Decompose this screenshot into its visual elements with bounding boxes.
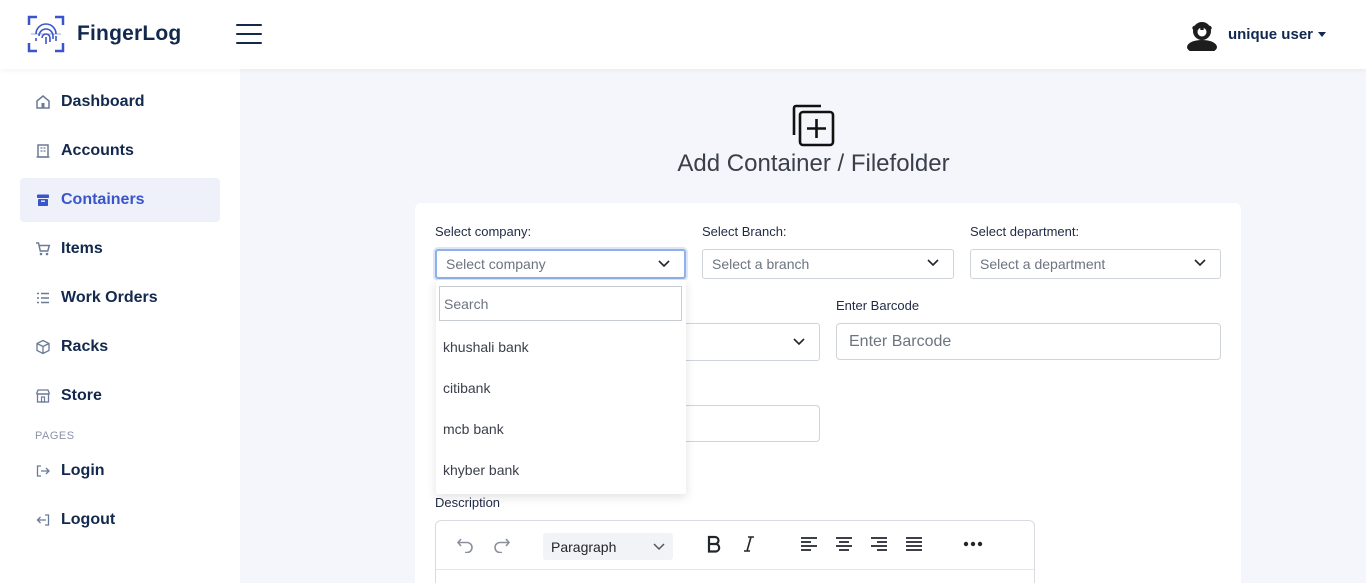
cart-icon xyxy=(34,240,52,258)
dropdown-option[interactable]: citibank xyxy=(443,380,490,396)
logout-icon xyxy=(34,511,52,529)
user-name: unique user xyxy=(1227,25,1313,43)
hamburger-line xyxy=(236,33,262,35)
paragraph-format-value: Paragraph xyxy=(551,538,617,555)
user-menu[interactable]: unique user xyxy=(1185,17,1326,51)
sidebar-item-logout[interactable]: Logout xyxy=(20,498,220,542)
italic-icon[interactable] xyxy=(742,535,756,553)
align-left-icon[interactable] xyxy=(800,535,818,553)
sidebar-item-racks[interactable]: Racks xyxy=(20,325,220,369)
sidebar-item-label: Racks xyxy=(61,338,109,355)
sidebar-item-label: Store xyxy=(61,387,102,404)
home-icon xyxy=(34,93,52,111)
menu-toggle-button[interactable] xyxy=(236,24,262,46)
barcode-input-placeholder: Enter Barcode xyxy=(849,332,952,350)
department-select-value: Select a department xyxy=(980,256,1106,272)
sidebar-item-dashboard[interactable]: Dashboard xyxy=(20,80,220,124)
list-icon xyxy=(34,289,52,307)
login-icon xyxy=(34,462,52,480)
sidebar-item-login[interactable]: Login xyxy=(20,449,220,493)
align-center-icon[interactable] xyxy=(835,535,853,553)
chevron-down-icon xyxy=(1194,259,1206,267)
brand-name: FingerLog xyxy=(77,22,182,45)
chevron-down-icon xyxy=(927,259,939,267)
sidebar-item-label: Containers xyxy=(61,191,145,208)
barcode-input[interactable]: Enter Barcode xyxy=(836,323,1221,360)
sidebar-item-containers[interactable]: Containers xyxy=(20,178,220,222)
department-select[interactable]: Select a department xyxy=(970,249,1221,279)
sidebar-item-label: Login xyxy=(61,462,105,479)
undo-icon[interactable] xyxy=(456,535,474,553)
department-label: Select department: xyxy=(970,224,1080,239)
sidebar-item-label: Items xyxy=(61,240,103,257)
sidebar: Dashboard Accounts Containers Items Work… xyxy=(0,69,240,583)
fingerprint-icon xyxy=(27,15,65,53)
section-title-pages: PAGES xyxy=(35,430,75,442)
branch-label: Select Branch: xyxy=(702,224,787,239)
box-icon xyxy=(34,338,52,356)
sidebar-item-label: Logout xyxy=(61,511,116,528)
more-options-icon[interactable] xyxy=(963,541,983,547)
avatar xyxy=(1186,22,1217,51)
branch-select[interactable]: Select a branch xyxy=(702,249,954,279)
archive-icon xyxy=(34,191,52,209)
sidebar-item-store[interactable]: Store xyxy=(20,374,220,418)
company-label: Select company: xyxy=(435,224,532,239)
caret-down-icon xyxy=(1318,31,1326,37)
paragraph-format-select[interactable]: Paragraph xyxy=(543,533,673,560)
description-label: Description xyxy=(435,495,501,510)
company-select[interactable]: Select company xyxy=(435,249,686,279)
sidebar-item-work-orders[interactable]: Work Orders xyxy=(20,276,220,320)
sidebar-item-label: Work Orders xyxy=(61,289,158,306)
brand-logo[interactable]: FingerLog xyxy=(27,15,181,53)
description-editor[interactable]: Paragraph xyxy=(435,520,1035,583)
dropdown-option[interactable]: mcb bank xyxy=(443,421,504,437)
hamburger-line xyxy=(236,24,262,26)
page-title: Add Container / Filefolder xyxy=(677,150,950,177)
align-justify-icon[interactable] xyxy=(905,535,923,553)
store-icon xyxy=(34,387,52,405)
company-dropdown: Search khushali bank citibank mcb bank k… xyxy=(436,280,686,494)
company-select-value: Select company xyxy=(446,256,546,272)
branch-select-value: Select a branch xyxy=(712,256,810,272)
dropdown-search-placeholder: Search xyxy=(444,295,489,312)
hamburger-line xyxy=(236,42,262,44)
dropdown-search-input[interactable]: Search xyxy=(439,286,682,321)
dropdown-option[interactable]: khushali bank xyxy=(443,339,529,355)
chevron-down-icon xyxy=(793,338,805,346)
chevron-down-icon xyxy=(658,260,670,268)
editor-toolbar-divider xyxy=(436,569,1034,570)
redo-icon[interactable] xyxy=(493,535,511,553)
dropdown-option[interactable]: khyber bank xyxy=(443,462,519,478)
add-container-icon xyxy=(790,102,836,153)
sidebar-item-label: Dashboard xyxy=(61,93,145,110)
align-right-icon[interactable] xyxy=(870,535,888,553)
bold-icon[interactable] xyxy=(706,535,722,553)
sidebar-item-items[interactable]: Items xyxy=(20,227,220,271)
barcode-label: Enter Barcode xyxy=(836,298,920,313)
chevron-down-icon xyxy=(653,543,665,551)
top-header: FingerLog unique user xyxy=(0,0,1366,69)
